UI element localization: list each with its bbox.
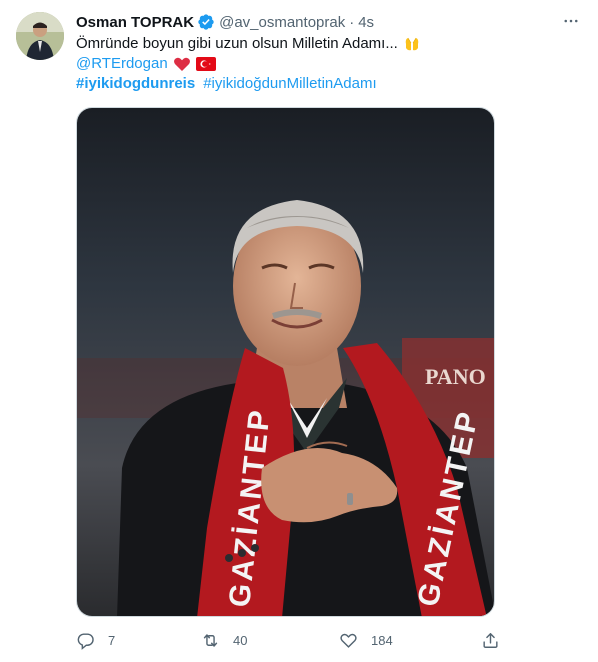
tweet-text-main: Ömründe boyun gibi uzun olsun Milletin A… [76,35,398,52]
red-heart-icon [173,55,191,73]
like-count: 184 [371,632,393,648]
author-handle[interactable]: @av_osmantoprak [219,14,345,31]
verified-badge-icon [197,13,215,31]
avatar[interactable] [16,12,64,60]
retweet-count: 40 [233,632,248,648]
tweet[interactable]: Osman TOPRAK @av_osmantoprak · 4s Ömründ… [0,0,598,662]
reply-icon [77,632,94,650]
more-icon[interactable] [560,10,582,32]
heart-icon [340,633,357,648]
banner-text: PANO [425,364,486,389]
retweet-button[interactable]: 40 [201,631,247,650]
retweet-icon [203,633,218,647]
reply-count: 7 [108,632,116,648]
mention-link[interactable]: @RTErdogan [76,54,168,74]
like-button[interactable]: 184 [339,631,393,650]
tweet-text: Ömründe boyun gibi uzun olsun Milletin A… [76,34,576,94]
tweet-actions: 7 40 184 [76,628,506,652]
reply-button[interactable]: 7 [76,631,115,650]
hashtag-link[interactable]: #iyikidoğdunMilletinAdamı [203,74,376,94]
hashtag-link[interactable]: #iyikidogdunreis [76,74,195,94]
separator: · [349,13,355,31]
author-name[interactable]: Osman TOPRAK [76,14,194,31]
text-line-3: #iyikidogdunreis #iyikidoğdunMilletinAda… [76,74,576,94]
tweet-header: Osman TOPRAK @av_osmantoprak · 4s [76,12,582,32]
tweet-photo[interactable]: PANO GAZİANTEP GAZİANTEP [76,107,495,617]
share-icon [483,632,498,648]
timestamp[interactable]: 4s [358,14,374,31]
turkey-flag-icon [195,57,216,71]
raised-hands-icon [403,35,421,53]
text-line-2: @RTErdogan [76,54,576,74]
share-button[interactable] [481,631,500,650]
text-line-1: Ömründe boyun gibi uzun olsun Milletin A… [76,34,576,54]
